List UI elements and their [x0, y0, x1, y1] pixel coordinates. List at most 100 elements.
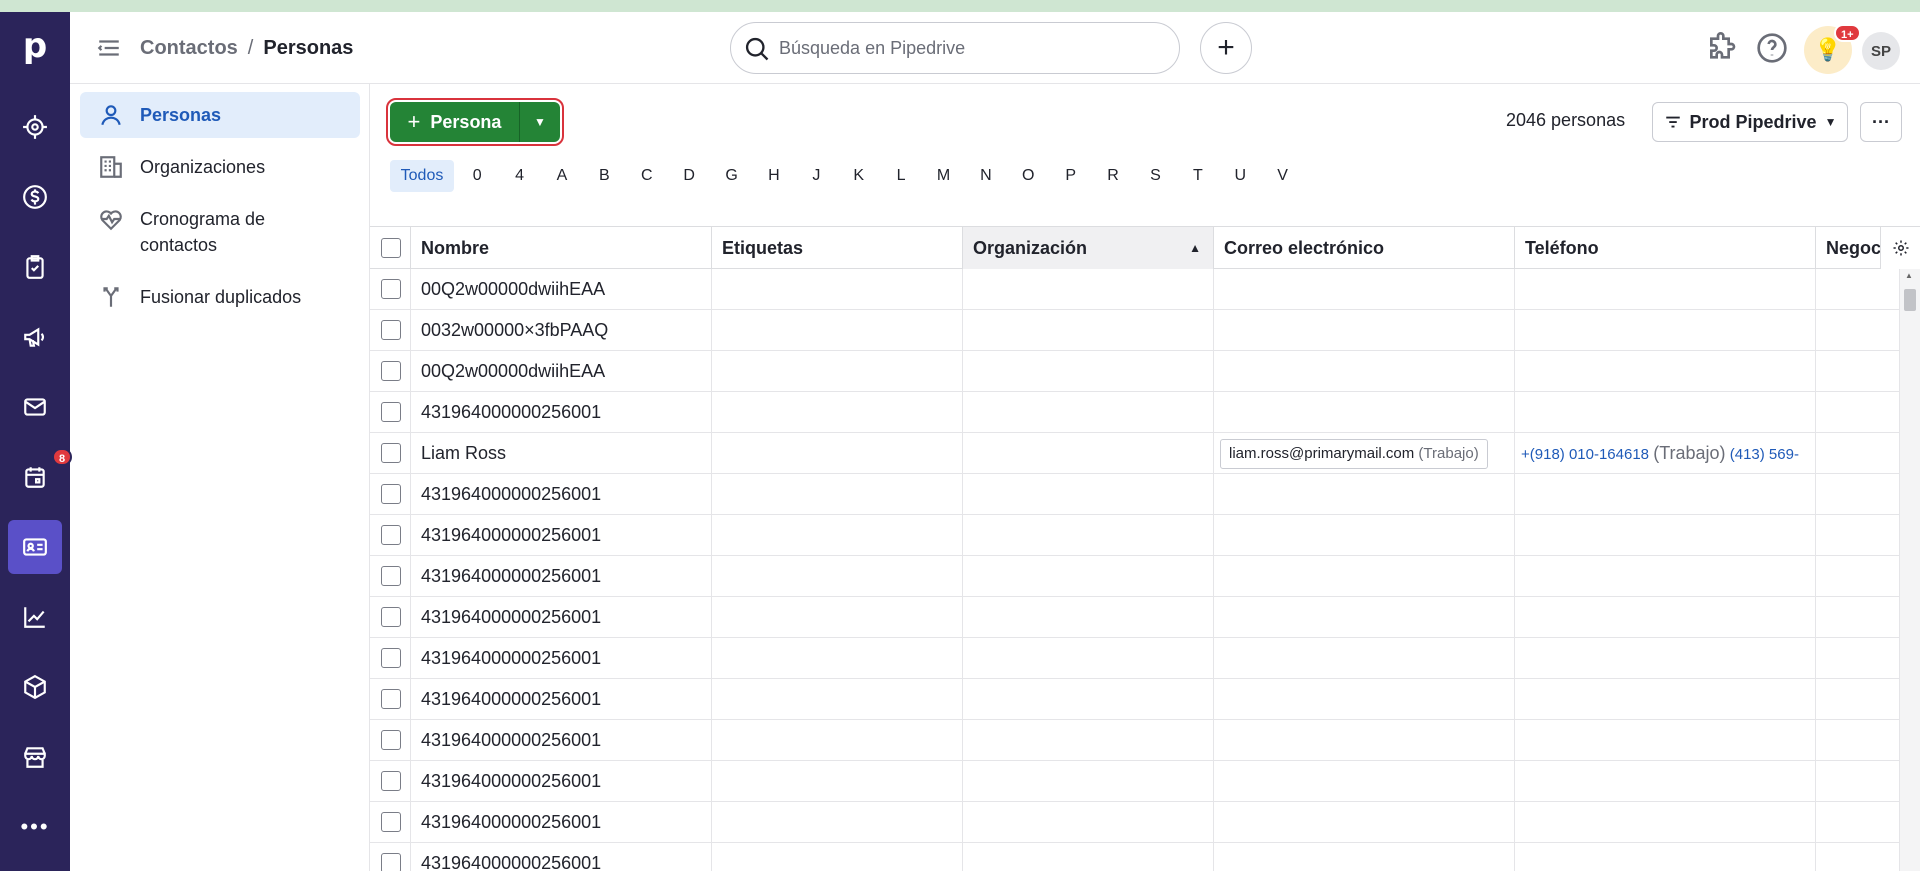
column-header-nombre[interactable]: Nombre — [411, 227, 712, 269]
alpha-filter[interactable]: U — [1219, 160, 1261, 192]
row-checkbox[interactable] — [381, 443, 401, 463]
person-name[interactable]: 431964000000256001 — [421, 771, 601, 791]
chart-icon[interactable] — [8, 590, 62, 644]
person-name[interactable]: 431964000000256001 — [421, 525, 601, 545]
person-name[interactable]: 431964000000256001 — [421, 566, 601, 586]
person-name[interactable]: 00Q2w00000dwiihEAA — [421, 279, 605, 299]
add-person-dropdown[interactable]: ▼ — [520, 102, 560, 142]
select-all-checkbox[interactable] — [381, 238, 401, 258]
search-box[interactable] — [730, 22, 1180, 74]
person-name[interactable]: 431964000000256001 — [421, 853, 601, 871]
tips-button[interactable]: 💡 1+ — [1804, 24, 1861, 74]
sidebar-item-fusionar[interactable]: Fusionar duplicados — [80, 274, 360, 320]
quick-add-button[interactable]: + — [1200, 22, 1252, 74]
table-row[interactable]: 431964000000256001 — [370, 515, 1920, 556]
calendar-icon[interactable]: 8 — [8, 448, 72, 504]
person-name[interactable]: 431964000000256001 — [421, 648, 601, 668]
table-scrollbar[interactable]: ▲ — [1900, 269, 1920, 871]
collapse-menu-icon[interactable] — [96, 35, 122, 61]
alpha-filter[interactable]: O — [1007, 160, 1049, 192]
breadcrumb-parent[interactable]: Contactos — [140, 34, 238, 62]
row-checkbox[interactable] — [381, 648, 401, 668]
alpha-filter[interactable]: K — [838, 160, 880, 192]
column-header-etiquetas[interactable]: Etiquetas — [712, 227, 963, 269]
row-checkbox[interactable] — [381, 853, 401, 871]
scrollbar-thumb[interactable] — [1904, 289, 1916, 311]
table-row[interactable]: 431964000000256001 — [370, 638, 1920, 679]
alpha-filter[interactable]: G — [710, 160, 752, 192]
person-name[interactable]: 431964000000256001 — [421, 607, 601, 627]
row-checkbox[interactable] — [381, 607, 401, 627]
alpha-filter[interactable]: 4 — [498, 160, 540, 192]
scroll-up-icon[interactable]: ▲ — [1905, 271, 1913, 280]
table-row[interactable]: 00Q2w00000dwiihEAA — [370, 351, 1920, 392]
sidebar-item-cronograma[interactable]: Cronograma de contactos — [80, 196, 350, 268]
table-row[interactable]: 00Q2w00000dwiihEAA — [370, 269, 1920, 310]
mail-icon[interactable] — [8, 380, 62, 434]
row-checkbox[interactable] — [381, 484, 401, 504]
alpha-filter[interactable]: M — [922, 160, 964, 192]
alpha-filter[interactable]: P — [1049, 160, 1091, 192]
store-icon[interactable] — [8, 730, 62, 784]
table-row[interactable]: 431964000000256001 — [370, 802, 1920, 843]
sidebar-item-organizaciones[interactable]: Organizaciones — [80, 144, 360, 190]
row-checkbox[interactable] — [381, 689, 401, 709]
megaphone-icon[interactable] — [8, 310, 62, 364]
table-row[interactable]: Liam Ross liam.ross@primarymail.com (Trab… — [370, 433, 1920, 474]
avatar[interactable]: SP — [1862, 32, 1900, 70]
alpha-filter[interactable]: R — [1092, 160, 1134, 192]
person-name[interactable]: 431964000000256001 — [421, 812, 601, 832]
person-name[interactable]: 431964000000256001 — [421, 730, 601, 750]
person-name[interactable]: Liam Ross — [421, 443, 506, 463]
search-input[interactable] — [779, 37, 1159, 59]
alpha-filter[interactable]: D — [668, 160, 710, 192]
puzzle-icon[interactable] — [1706, 32, 1738, 64]
add-person-button[interactable]: + Persona — [390, 102, 520, 142]
person-name[interactable]: 431964000000256001 — [421, 402, 601, 422]
table-row[interactable]: 431964000000256001 — [370, 597, 1920, 638]
pipedrive-logo[interactable]: p — [15, 26, 55, 66]
dollar-icon[interactable] — [8, 170, 62, 224]
clipboard-check-icon[interactable] — [8, 240, 62, 294]
column-header-correo[interactable]: Correo electrónico — [1214, 227, 1515, 269]
row-checkbox[interactable] — [381, 525, 401, 545]
table-row[interactable]: 431964000000256001 — [370, 556, 1920, 597]
alpha-filter[interactable]: A — [541, 160, 583, 192]
column-header-telefono[interactable]: Teléfono — [1515, 227, 1816, 269]
row-checkbox[interactable] — [381, 279, 401, 299]
table-row[interactable]: 0032w00000×3fbPAAQ — [370, 310, 1920, 351]
person-name[interactable]: 431964000000256001 — [421, 689, 601, 709]
row-checkbox[interactable] — [381, 730, 401, 750]
table-row[interactable]: 431964000000256001 — [370, 392, 1920, 433]
alpha-filter[interactable]: H — [753, 160, 795, 192]
target-icon[interactable] — [8, 100, 62, 154]
box-icon[interactable] — [8, 660, 62, 714]
row-checkbox[interactable] — [381, 402, 401, 422]
column-settings-icon[interactable] — [1880, 227, 1920, 269]
alpha-filter[interactable]: J — [795, 160, 837, 192]
alpha-filter-todos[interactable]: Todos — [390, 160, 454, 192]
table-row[interactable]: 431964000000256001 — [370, 761, 1920, 802]
alpha-filter[interactable]: S — [1134, 160, 1176, 192]
column-header-negocios[interactable]: Negocios — [1816, 227, 1880, 269]
more-actions-button[interactable]: ··· — [1860, 102, 1902, 142]
alpha-filter[interactable]: C — [626, 160, 668, 192]
row-checkbox[interactable] — [381, 812, 401, 832]
person-name[interactable]: 431964000000256001 — [421, 484, 601, 504]
row-checkbox[interactable] — [381, 320, 401, 340]
table-row[interactable]: 431964000000256001 — [370, 720, 1920, 761]
alpha-filter[interactable]: 0 — [456, 160, 498, 192]
table-row[interactable]: 431964000000256001 — [370, 474, 1920, 515]
alpha-filter[interactable]: V — [1261, 160, 1303, 192]
phone-link[interactable]: +(918) 010-164618 — [1521, 446, 1649, 463]
sidebar-item-personas[interactable]: Personas — [80, 92, 360, 138]
person-name[interactable]: 0032w00000×3fbPAAQ — [421, 320, 608, 340]
table-row[interactable]: 431964000000256001 — [370, 679, 1920, 720]
row-checkbox[interactable] — [381, 771, 401, 791]
help-icon[interactable] — [1756, 32, 1788, 64]
alpha-filter[interactable]: T — [1177, 160, 1219, 192]
person-name[interactable]: 00Q2w00000dwiihEAA — [421, 361, 605, 381]
alpha-filter[interactable]: N — [965, 160, 1007, 192]
row-checkbox[interactable] — [381, 566, 401, 586]
alpha-filter[interactable]: L — [880, 160, 922, 192]
